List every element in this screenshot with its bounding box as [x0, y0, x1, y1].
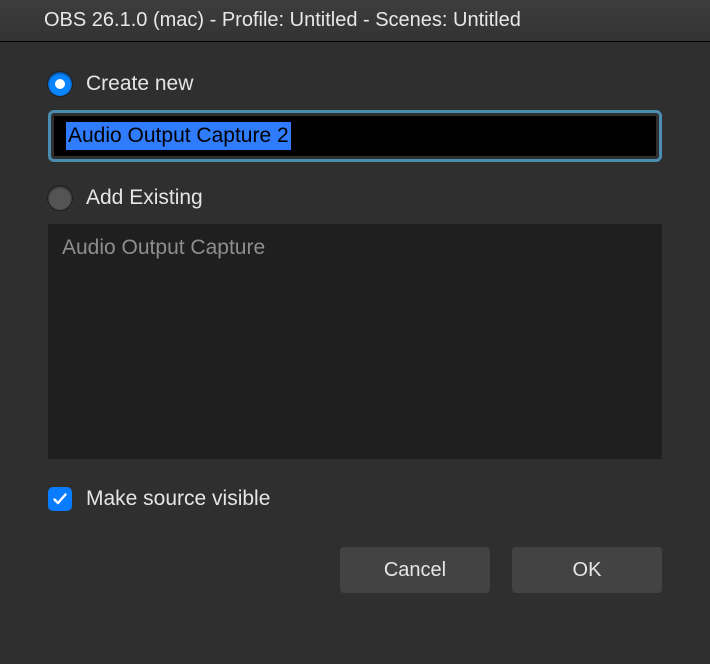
- ok-button[interactable]: OK: [512, 547, 662, 593]
- make-visible-row[interactable]: Make source visible: [48, 487, 662, 511]
- add-existing-label: Add Existing: [86, 186, 203, 210]
- source-name-input[interactable]: Audio Output Capture 2: [54, 116, 656, 156]
- existing-sources-list[interactable]: Audio Output Capture: [48, 224, 662, 459]
- create-new-label: Create new: [86, 72, 193, 96]
- create-new-radio-row[interactable]: Create new: [48, 72, 662, 96]
- source-name-input-wrap: Audio Output Capture 2: [48, 110, 662, 162]
- cancel-button[interactable]: Cancel: [340, 547, 490, 593]
- existing-source-item[interactable]: Audio Output Capture: [62, 234, 648, 262]
- source-name-input-value: Audio Output Capture 2: [66, 122, 291, 149]
- dialog-body: Create new Audio Output Capture 2 Add Ex…: [0, 42, 710, 593]
- make-visible-checkbox[interactable]: [48, 487, 72, 511]
- dialog-button-row: Cancel OK: [48, 547, 662, 593]
- window-titlebar: OBS 26.1.0 (mac) - Profile: Untitled - S…: [0, 0, 710, 42]
- add-existing-radio-row[interactable]: Add Existing: [48, 186, 662, 210]
- create-new-radio[interactable]: [48, 72, 72, 96]
- check-icon: [52, 491, 68, 507]
- add-existing-radio[interactable]: [48, 186, 72, 210]
- make-visible-label: Make source visible: [86, 487, 270, 511]
- window-title: OBS 26.1.0 (mac) - Profile: Untitled - S…: [44, 9, 521, 32]
